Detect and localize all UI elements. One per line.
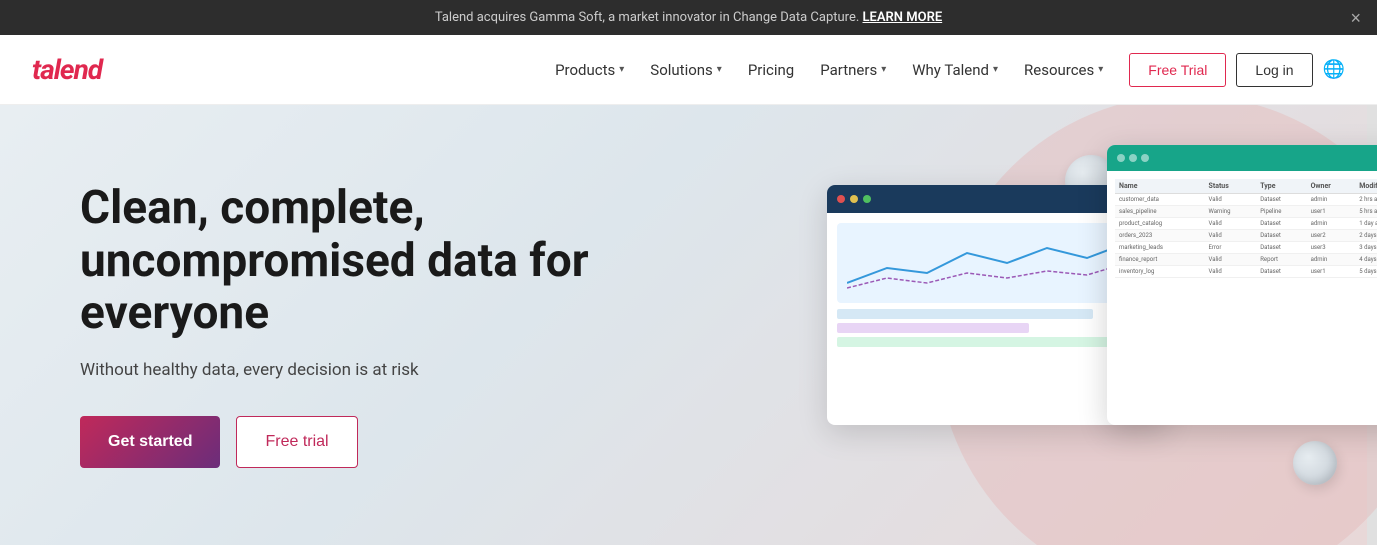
table-cell: user2: [1307, 230, 1356, 242]
hero-section: Clean, complete, uncompromised data for …: [0, 105, 1377, 545]
announcement-link[interactable]: LEARN MORE: [863, 10, 943, 25]
announcement-bar: Talend acquires Gamma Soft, a market inn…: [0, 0, 1377, 35]
chevron-down-icon: ▾: [619, 64, 624, 75]
table-cell: Valid: [1205, 230, 1257, 242]
window-dot-yellow: [850, 195, 858, 203]
table-cell: Valid: [1205, 194, 1257, 206]
table-header-modified: Modified: [1355, 179, 1377, 194]
table-cell: finance_report: [1115, 254, 1205, 266]
table-cell: Report: [1256, 254, 1306, 266]
table-cell: 5 days ago: [1355, 266, 1377, 278]
table-cell: marketing_leads: [1115, 242, 1205, 254]
hero-visual: Name Status Type Owner Modified customer…: [837, 125, 1377, 545]
table-header-name: Name: [1115, 179, 1205, 194]
table-cell: orders_2023: [1115, 230, 1205, 242]
table-cell: admin: [1307, 194, 1356, 206]
nav-item-solutions[interactable]: Solutions ▾: [640, 53, 732, 87]
table-cell: Warning: [1205, 206, 1257, 218]
dashboard-header-right: [1107, 145, 1377, 171]
navbar-actions: Free Trial Log in 🌐: [1129, 53, 1345, 87]
get-started-button[interactable]: Get started: [80, 416, 220, 468]
free-trial-button[interactable]: Free Trial: [1129, 53, 1226, 87]
login-button[interactable]: Log in: [1236, 53, 1312, 87]
globe-icon[interactable]: 🌐: [1323, 59, 1345, 80]
table-cell: 3 days ago: [1355, 242, 1377, 254]
table-cell: 1 day ago: [1355, 218, 1377, 230]
table-cell: Dataset: [1256, 194, 1306, 206]
table-cell: Valid: [1205, 266, 1257, 278]
logo[interactable]: talend: [32, 53, 102, 86]
nav-link-why-talend[interactable]: Why Talend ▾: [902, 53, 1008, 87]
table-cell: user1: [1307, 206, 1356, 218]
nav-link-pricing[interactable]: Pricing: [738, 53, 804, 87]
table-row: product_catalogValidDatasetadmin1 day ag…: [1115, 218, 1377, 230]
dashboard-body-right: Name Status Type Owner Modified customer…: [1107, 171, 1377, 286]
hero-free-trial-button[interactable]: Free trial: [236, 416, 357, 468]
nav-link-partners[interactable]: Partners ▾: [810, 53, 896, 87]
table-row: finance_reportValidReportadmin4 days ago: [1115, 254, 1377, 266]
table-header-status: Status: [1205, 179, 1257, 194]
table-cell: Error: [1205, 242, 1257, 254]
table-cell: Dataset: [1256, 230, 1306, 242]
table-cell: admin: [1307, 218, 1356, 230]
dashboard-mockup-right: Name Status Type Owner Modified customer…: [1107, 145, 1377, 425]
table-cell: 5 hrs ago: [1355, 206, 1377, 218]
data-table: Name Status Type Owner Modified customer…: [1115, 179, 1377, 278]
chevron-down-icon: ▾: [881, 64, 886, 75]
window-dot: [1141, 154, 1149, 162]
mini-row: [837, 309, 1093, 319]
table-cell: 4 days ago: [1355, 254, 1377, 266]
table-row: inventory_logValidDatasetuser15 days ago: [1115, 266, 1377, 278]
table-row: marketing_leadsErrorDatasetuser33 days a…: [1115, 242, 1377, 254]
mini-row: [837, 337, 1125, 347]
nav-item-why-talend[interactable]: Why Talend ▾: [902, 53, 1008, 87]
window-dot: [1117, 154, 1125, 162]
hero-headline: Clean, complete, uncompromised data for …: [80, 182, 640, 341]
decorative-sphere-3: [1293, 441, 1337, 485]
table-cell: inventory_log: [1115, 266, 1205, 278]
table-cell: user3: [1307, 242, 1356, 254]
table-cell: 2 days ago: [1355, 230, 1377, 242]
nav-item-resources[interactable]: Resources ▾: [1014, 53, 1113, 87]
hero-content: Clean, complete, uncompromised data for …: [80, 182, 640, 469]
announcement-close-button[interactable]: ×: [1350, 9, 1361, 27]
hero-subtext: Without healthy data, every decision is …: [80, 360, 640, 380]
table-cell: Pipeline: [1256, 206, 1306, 218]
table-cell: customer_data: [1115, 194, 1205, 206]
table-row: customer_dataValidDatasetadmin2 hrs ago: [1115, 194, 1377, 206]
table-cell: 2 hrs ago: [1355, 194, 1377, 206]
nav-item-partners[interactable]: Partners ▾: [810, 53, 896, 87]
window-dot: [1129, 154, 1137, 162]
table-row: sales_pipelineWarningPipelineuser15 hrs …: [1115, 206, 1377, 218]
table-cell: admin: [1307, 254, 1356, 266]
chevron-down-icon: ▾: [717, 64, 722, 75]
table-cell: user1: [1307, 266, 1356, 278]
table-row: orders_2023ValidDatasetuser22 days ago: [1115, 230, 1377, 242]
table-cell: Valid: [1205, 218, 1257, 230]
chevron-down-icon: ▾: [993, 64, 998, 75]
table-cell: sales_pipeline: [1115, 206, 1205, 218]
table-cell: product_catalog: [1115, 218, 1205, 230]
table-header-type: Type: [1256, 179, 1306, 194]
nav-link-solutions[interactable]: Solutions ▾: [640, 53, 732, 87]
nav-link-resources[interactable]: Resources ▾: [1014, 53, 1113, 87]
announcement-text: Talend acquires Gamma Soft, a market inn…: [435, 10, 859, 25]
table-cell: Dataset: [1256, 242, 1306, 254]
chevron-down-icon: ▾: [1098, 64, 1103, 75]
nav-link-products[interactable]: Products ▾: [545, 53, 634, 87]
table-cell: Valid: [1205, 254, 1257, 266]
nav-item-products[interactable]: Products ▾: [545, 53, 634, 87]
table-header-owner: Owner: [1307, 179, 1356, 194]
window-dot-green: [863, 195, 871, 203]
window-dot-red: [837, 195, 845, 203]
nav-item-pricing[interactable]: Pricing: [738, 53, 804, 87]
nav-menu: Products ▾ Solutions ▾ Pricing Partners …: [545, 53, 1113, 87]
table-cell: Dataset: [1256, 218, 1306, 230]
table-cell: Dataset: [1256, 266, 1306, 278]
hero-actions: Get started Free trial: [80, 416, 640, 468]
mini-row: [837, 323, 1029, 333]
navbar: talend Products ▾ Solutions ▾ Pricing Pa…: [0, 35, 1377, 105]
